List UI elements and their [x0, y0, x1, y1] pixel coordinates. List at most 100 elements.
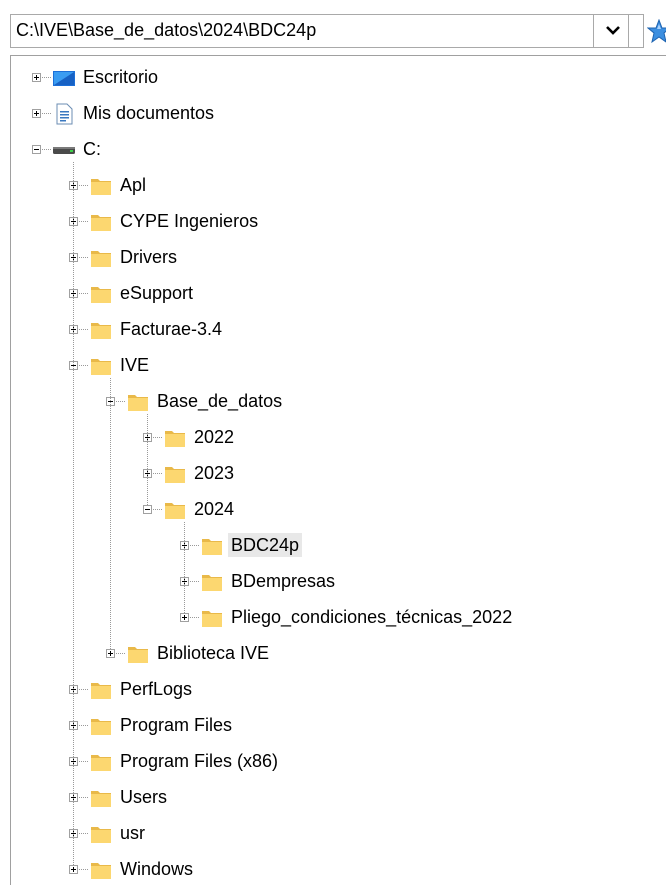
tree-item-mis-documentos[interactable]: Mis documentos: [11, 96, 666, 132]
folder-icon: [163, 462, 187, 486]
folder-icon: [89, 714, 113, 738]
folder-icon: [200, 534, 224, 558]
tree-connector: [116, 401, 126, 402]
tree-item-windows[interactable]: Windows: [11, 852, 666, 888]
folder-icon: [89, 246, 113, 270]
desktop-icon: [52, 66, 76, 90]
folder-icon: [89, 210, 113, 234]
folder-icon: [89, 174, 113, 198]
tree-connector: [42, 113, 52, 114]
tree-item-c[interactable]: C:: [11, 132, 666, 168]
folder-icon: [89, 282, 113, 306]
tree-connector: [79, 185, 89, 186]
tree-item-esupport[interactable]: eSupport: [11, 276, 666, 312]
tree-connector: [190, 545, 200, 546]
chevron-down-icon: [606, 26, 620, 35]
tree-item-label: 2023: [194, 463, 235, 483]
tree-item-label: eSupport: [120, 283, 194, 303]
expand-icon[interactable]: [69, 865, 78, 874]
path-bar: C:\IVE\Base_de_datos\2024\BDC24p: [10, 14, 666, 50]
tree-item-program-files-x86[interactable]: Program Files (x86): [11, 744, 666, 780]
tree-item-label: Mis documentos: [83, 103, 215, 123]
collapse-icon[interactable]: [32, 145, 41, 154]
tree-item-label: Biblioteca IVE: [157, 643, 270, 663]
tree-connector: [79, 365, 89, 366]
collapse-icon[interactable]: [143, 505, 152, 514]
folder-icon: [89, 678, 113, 702]
folder-icon: [163, 426, 187, 450]
tree-connector: [79, 797, 89, 798]
path-combobox[interactable]: C:\IVE\Base_de_datos\2024\BDC24p: [10, 14, 594, 48]
tree-item-usr[interactable]: usr: [11, 816, 666, 852]
tree-connector: [79, 725, 89, 726]
tree-connector: [190, 617, 200, 618]
tree-item-label: Program Files: [120, 715, 233, 735]
tree-connector: [79, 689, 89, 690]
folder-icon: [89, 750, 113, 774]
tree-connector: [153, 437, 163, 438]
tree-connector: [153, 509, 163, 510]
tree-item-label: Apl: [120, 175, 147, 195]
tree-item-escritorio[interactable]: Escritorio: [11, 60, 666, 96]
tree-item-label: Base_de_datos: [157, 391, 283, 411]
documents-icon: [52, 102, 76, 126]
tree-item-program-files[interactable]: Program Files: [11, 708, 666, 744]
tree-connector: [79, 293, 89, 294]
tree-item-label: IVE: [120, 355, 150, 375]
folder-icon: [89, 786, 113, 810]
tree-item-label: C:: [83, 139, 101, 159]
tree-connector: [42, 149, 52, 150]
tree-item-facturae-3-4[interactable]: Facturae-3.4: [11, 312, 666, 348]
tree-connector: [79, 761, 89, 762]
expand-icon[interactable]: [32, 73, 41, 82]
tree-item-label: Users: [120, 787, 168, 807]
folder-icon: [89, 318, 113, 342]
tree-item-label: Pliego_condiciones_técnicas_2022: [231, 607, 513, 627]
tree-item-label: 2024: [194, 499, 235, 519]
tree-item-label: Drivers: [120, 247, 177, 267]
tree-connector: [79, 833, 89, 834]
tree-connector: [79, 221, 89, 222]
tree-connector: [153, 473, 163, 474]
folder-icon: [126, 642, 150, 666]
tree-item-label: Escritorio: [83, 67, 159, 87]
drive-icon: [52, 138, 76, 162]
folder-icon: [89, 354, 113, 378]
folder-icon: [89, 858, 113, 882]
tree-item-label: Program Files (x86): [120, 751, 279, 771]
tree-item-label: CYPE Ingenieros: [120, 211, 259, 231]
folder-icon: [163, 498, 187, 522]
expand-icon[interactable]: [180, 613, 189, 622]
tree-guide-line: [110, 378, 111, 649]
expand-icon[interactable]: [106, 649, 115, 658]
tree-connector: [79, 329, 89, 330]
tree-guide-line: [73, 162, 74, 865]
folder-tree[interactable]: Escritorio Mis documentos C: Apl CYPE In…: [10, 55, 666, 885]
tree-connector: [42, 77, 52, 78]
path-dropdown-button[interactable]: [593, 14, 644, 48]
tree-item-perflogs[interactable]: PerfLogs: [11, 672, 666, 708]
tree-item-label: PerfLogs: [120, 679, 193, 699]
folder-icon: [200, 606, 224, 630]
tree-item-cype-ingenieros[interactable]: CYPE Ingenieros: [11, 204, 666, 240]
tree-item-drivers[interactable]: Drivers: [11, 240, 666, 276]
tree-connector: [116, 653, 126, 654]
tree-connector: [79, 869, 89, 870]
tree-connector: [190, 581, 200, 582]
tree-guide-line: [147, 414, 148, 505]
expand-icon[interactable]: [32, 109, 41, 118]
tree-rows: Escritorio Mis documentos C: Apl CYPE In…: [11, 56, 666, 885]
dropdown-separator: [628, 15, 629, 47]
tree-item-label: BDC24p: [228, 533, 303, 557]
tree-guide-line: [184, 522, 185, 613]
tree-connector: [79, 257, 89, 258]
folder-icon: [89, 822, 113, 846]
tree-item-users[interactable]: Users: [11, 780, 666, 816]
tree-item-label: 2022: [194, 427, 235, 447]
folder-icon: [126, 390, 150, 414]
tree-item-label: BDempresas: [231, 571, 336, 591]
tree-item-label: Facturae-3.4: [120, 319, 223, 339]
tree-item-apl[interactable]: Apl: [11, 168, 666, 204]
star-icon[interactable]: [647, 19, 666, 45]
tree-item-label: Windows: [120, 859, 194, 879]
